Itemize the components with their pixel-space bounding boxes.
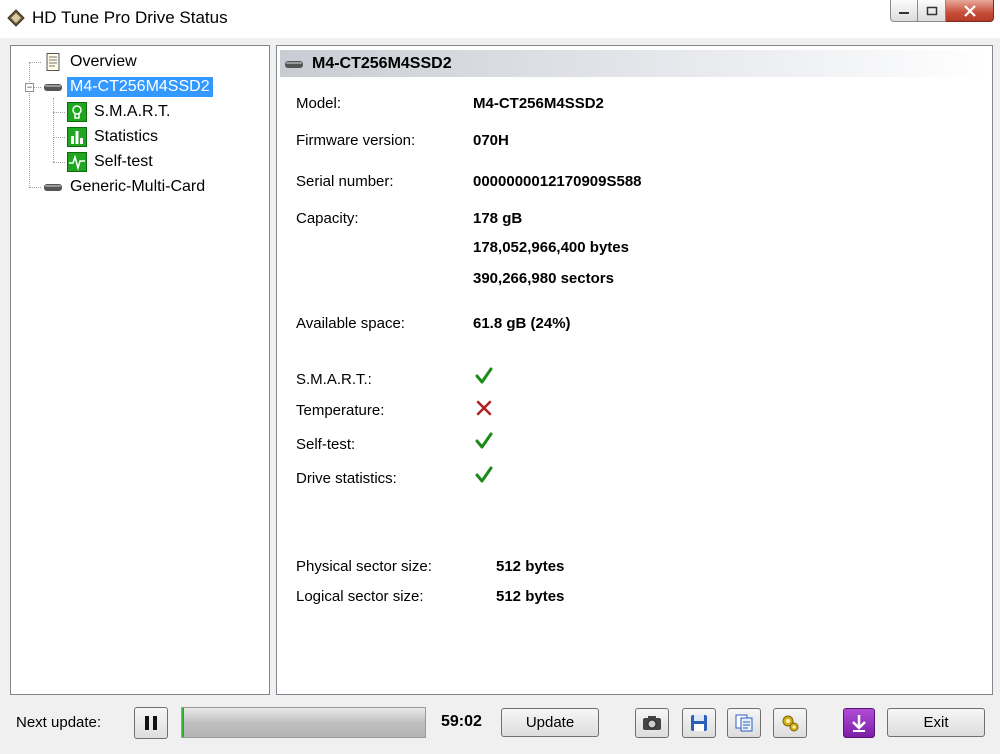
available-label: Available space: (296, 315, 405, 332)
copy-icon (735, 714, 753, 732)
tree-item-overview[interactable]: Overview (43, 51, 140, 73)
update-countdown: 59:02 (441, 713, 482, 730)
next-update-label: Next update: (16, 714, 102, 731)
tree-item-selftest[interactable]: Self-test (67, 151, 156, 173)
checkmark-icon (475, 432, 493, 449)
tree-line-drive (34, 87, 41, 88)
save-button[interactable] (682, 708, 716, 738)
checkmark-icon (475, 466, 493, 483)
tree-item-statistics[interactable]: Statistics (67, 126, 161, 148)
drive-icon (44, 84, 62, 91)
tree-line-overview (29, 62, 41, 63)
model-label: Model: (296, 95, 342, 112)
drive-tree[interactable]: − Overview M4-CT256M4SSD2 S.M.A.R.T. Sta… (10, 45, 270, 695)
smart-status-label: S.M.A.R.T.: (296, 371, 372, 388)
camera-icon (643, 716, 661, 730)
save-icon (691, 715, 707, 731)
document-icon (46, 53, 60, 71)
capacity-label: Capacity: (296, 210, 359, 227)
logical-sector-value: 512 bytes (496, 588, 565, 605)
maximize-button[interactable] (918, 0, 946, 22)
window-controls (890, 0, 994, 22)
temperature-status-label: Temperature: (296, 402, 385, 419)
download-icon (852, 715, 866, 732)
tree-line-children (53, 98, 54, 162)
physical-sector-value: 512 bytes (496, 558, 565, 575)
firmware-value: 070H (473, 132, 509, 149)
pause-icon (145, 716, 157, 730)
pulse-icon (67, 152, 87, 172)
drive-icon (285, 60, 303, 68)
tree-line-smart (53, 112, 65, 113)
tree-line-selftest (53, 162, 65, 163)
collapse-toggle[interactable]: − (25, 83, 34, 92)
progress-fill (182, 708, 185, 737)
capacity-sectors: 390,266,980 sectors (473, 270, 614, 287)
close-button[interactable] (946, 0, 994, 22)
details-title: M4-CT256M4SSD2 (312, 54, 452, 72)
title-bar: HD Tune Pro Drive Status (0, 0, 1000, 38)
exit-button[interactable]: Exit (887, 708, 985, 737)
tree-line-card (29, 187, 41, 188)
serial-value: 0000000012170909S588 (473, 173, 642, 190)
drive-details: M4-CT256M4SSD2 Model: M4-CT256M4SSD2 Fir… (276, 45, 993, 695)
screenshot-button[interactable] (635, 708, 669, 738)
close-icon (963, 4, 976, 17)
tree-item-generic-card[interactable]: Generic-Multi-Card (43, 176, 208, 198)
tree-line-statistics (53, 137, 65, 138)
details-header: M4-CT256M4SSD2 (280, 50, 989, 77)
model-value: M4-CT256M4SSD2 (473, 95, 604, 112)
drive-statistics-label: Drive statistics: (296, 470, 397, 487)
tree-item-smart[interactable]: S.M.A.R.T. (67, 101, 173, 123)
options-button[interactable] (773, 708, 807, 738)
download-button[interactable] (843, 708, 875, 738)
checkmark-icon (475, 367, 493, 384)
update-button[interactable]: Update (501, 708, 599, 737)
update-progress-bar (181, 707, 426, 738)
minimize-button[interactable] (890, 0, 918, 22)
window-title: HD Tune Pro Drive Status (32, 8, 228, 27)
pause-button[interactable] (134, 707, 168, 739)
firmware-label: Firmware version: (296, 132, 416, 149)
copy-button[interactable] (727, 708, 761, 738)
minimize-icon (899, 11, 909, 14)
logical-sector-label: Logical sector size: (296, 588, 424, 605)
available-value: 61.8 gB (24%) (473, 315, 571, 332)
restore-icon (926, 6, 937, 15)
physical-sector-label: Physical sector size: (296, 558, 432, 575)
bar-chart-icon (67, 127, 87, 147)
selftest-status-label: Self-test: (296, 436, 356, 453)
tree-item-m4-drive[interactable]: M4-CT256M4SSD2 (43, 76, 213, 98)
capacity-gb: 178 gB (473, 210, 523, 227)
lightbulb-icon (67, 102, 87, 122)
serial-label: Serial number: (296, 173, 394, 190)
options-icon (782, 715, 799, 732)
capacity-bytes: 178,052,966,400 bytes (473, 239, 629, 256)
cross-icon (476, 400, 492, 416)
hdtune-diamond-icon (7, 9, 25, 27)
drive-icon (44, 184, 62, 191)
